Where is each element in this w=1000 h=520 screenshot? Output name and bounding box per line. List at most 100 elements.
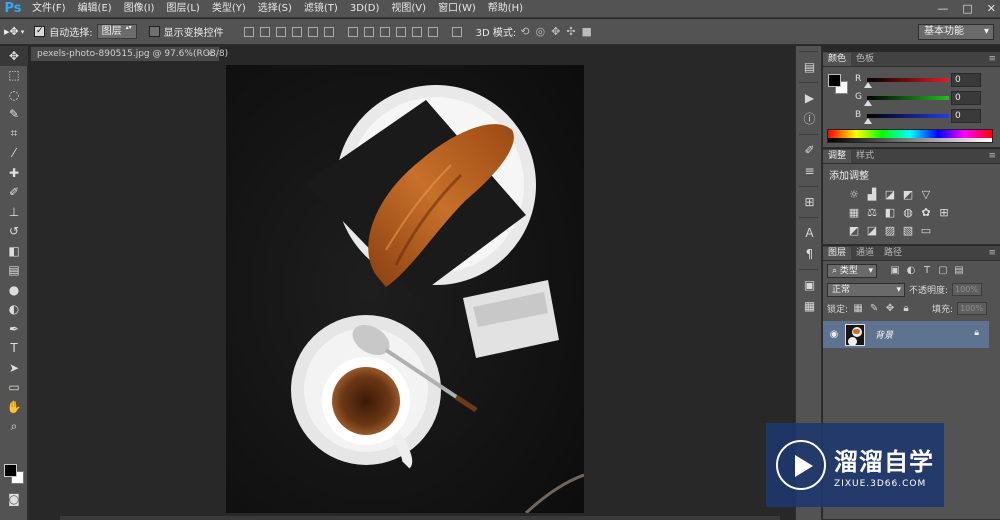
align-hcenter-button[interactable] [307,26,318,37]
green-slider-thumb[interactable] [864,100,872,106]
brightness-icon[interactable]: ☼ [847,187,861,201]
distribute-bottom-button[interactable] [379,26,390,37]
color-spectrum-ramp[interactable] [827,129,993,143]
pan-3d-icon[interactable]: ✥ [551,25,560,38]
tab-styles[interactable]: 样式 [851,150,879,163]
close-document-button[interactable]: × [206,47,214,61]
exposure-icon[interactable]: ◩ [901,187,915,201]
menu-3d[interactable]: 3D(D) [344,0,386,18]
fill-input[interactable]: 100% [957,302,988,315]
filter-adjustment-icon[interactable]: ◐ [905,265,917,276]
brush-tool-icon[interactable]: ✐ [0,183,28,203]
green-slider[interactable] [867,96,949,100]
tool-preset-picker[interactable]: ▸✥ ▾ [4,25,34,38]
path-select-tool-icon[interactable]: ➤ [0,358,28,378]
panel-menu-icon[interactable]: ≡ [988,248,996,258]
levels-icon[interactable]: ▟ [865,187,879,201]
red-slider-thumb[interactable] [864,82,872,88]
panel-menu-icon[interactable]: ≡ [988,151,996,161]
hue-saturation-icon[interactable]: ▦ [847,205,861,219]
brush-panel-icon[interactable]: ✐ [796,139,823,160]
menu-window[interactable]: 窗口(W) [432,0,482,18]
maximize-button[interactable]: □ [962,0,972,18]
healing-brush-tool-icon[interactable]: ✚ [0,163,28,183]
move-tool-icon[interactable]: ✥ [0,46,28,66]
distribute-right-button[interactable] [427,26,438,37]
properties-panel-icon[interactable]: ▦ [796,295,823,316]
gradient-map-icon[interactable]: ▭ [919,223,933,237]
zoom-tool-icon[interactable]: ⌕ [0,417,28,437]
scale-3d-icon[interactable]: ■ [582,25,592,38]
tab-paths[interactable]: 路径 [879,247,907,260]
channel-mixer-icon[interactable]: ✿ [919,205,933,219]
lasso-tool-icon[interactable]: ◌ [0,85,28,105]
type-tool-icon[interactable]: T [0,339,28,359]
tab-layers[interactable]: 图层 [823,247,852,260]
quick-select-tool-icon[interactable]: ✎ [0,105,28,125]
clone-stamp-tool-icon[interactable]: ⊥ [0,202,28,222]
menu-file[interactable]: 文件(F) [26,0,72,18]
marquee-tool-icon[interactable]: ⬚ [0,66,28,86]
paragraph-panel-icon[interactable]: ¶ [796,243,823,264]
clone-source-icon[interactable]: ⊞ [796,191,823,212]
blur-tool-icon[interactable]: ● [0,280,28,300]
invert-icon[interactable]: ◩ [847,223,861,237]
menu-image[interactable]: 图像(I) [118,0,161,18]
blue-value-input[interactable]: 0 [951,109,981,123]
distribute-hcenter-button[interactable] [411,26,422,37]
document-tab[interactable]: pexels-photo-890515.jpg @ 97.6%(RGB/8) × [30,46,228,61]
pen-tool-icon[interactable]: ✒ [0,319,28,339]
menu-filter[interactable]: 滤镜(T) [298,0,344,18]
foreground-color-swatch[interactable] [4,464,17,477]
dodge-tool-icon[interactable]: ◐ [0,300,28,320]
red-value-input[interactable]: 0 [951,73,981,87]
layer-name[interactable]: 背景 [875,328,893,341]
character-panel-icon[interactable]: A [796,222,823,243]
lock-all-icon[interactable]: 🔒︎ [900,303,912,314]
eyedropper-tool-icon[interactable]: ⁄ [0,144,28,164]
slide-3d-icon[interactable]: ✣ [566,25,575,38]
filter-type-icon[interactable]: T [921,265,933,276]
actions-panel-icon[interactable]: ▶ [796,87,823,108]
rectangle-tool-icon[interactable]: ▭ [0,378,28,398]
distribute-left-button[interactable] [395,26,406,37]
eye-icon[interactable]: ◉ [823,329,845,340]
color-lookup-icon[interactable]: ⊞ [937,205,951,219]
roll-3d-icon[interactable]: ◎ [535,25,545,38]
eraser-tool-icon[interactable]: ◧ [0,241,28,261]
blue-slider[interactable] [867,114,949,118]
history-brush-tool-icon[interactable]: ↺ [0,222,28,242]
blue-slider-thumb[interactable] [864,118,872,124]
tab-color[interactable]: 颜色 [823,53,852,66]
gradient-tool-icon[interactable]: ▤ [0,261,28,281]
color-balance-icon[interactable]: ⚖ [865,205,879,219]
menu-help[interactable]: 帮助(H) [482,0,529,18]
notes-panel-icon[interactable]: ▣ [796,274,823,295]
hand-tool-icon[interactable]: ✋ [0,397,28,417]
close-window-button[interactable]: ✕ [987,0,996,18]
align-top-button[interactable] [243,26,254,37]
menu-layer[interactable]: 图层(L) [160,0,205,18]
tab-swatches[interactable]: 色板 [851,53,879,66]
history-panel-icon[interactable]: ▤ [796,56,823,77]
posterize-icon[interactable]: ◪ [865,223,879,237]
red-slider[interactable] [867,78,949,82]
blend-mode-dropdown[interactable]: 正常 [827,282,905,297]
layer-filter-dropdown[interactable]: ⌕ 类型 [827,263,877,278]
align-bottom-button[interactable] [275,26,286,37]
align-vcenter-button[interactable] [259,26,270,37]
horizontal-scrollbar[interactable] [60,516,780,520]
black-white-icon[interactable]: ◧ [883,205,897,219]
lock-pixels-icon[interactable]: ✎ [868,303,880,314]
filter-shape-icon[interactable]: ▢ [937,265,949,276]
menu-select[interactable]: 选择(S) [252,0,298,18]
vibrance-icon[interactable]: ▽ [919,187,933,201]
curves-icon[interactable]: ◪ [883,187,897,201]
lock-transparency-icon[interactable]: ▦ [852,303,864,314]
crop-tool-icon[interactable]: ⌗ [0,124,28,144]
show-transform-checkbox[interactable] [148,26,160,37]
auto-align-button[interactable] [451,26,462,37]
workspace-dropdown[interactable]: 基本功能 [918,24,994,40]
menu-edit[interactable]: 编辑(E) [72,0,118,18]
panel-menu-icon[interactable]: ≡ [988,54,996,64]
